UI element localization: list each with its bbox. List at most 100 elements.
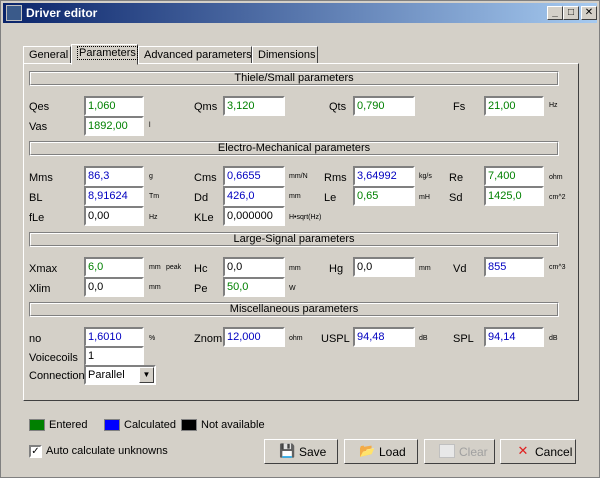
kle-unit: H•sqrt(Hz) (289, 214, 322, 221)
fle-field[interactable]: 0,00 (84, 206, 144, 226)
xmax-unit-peak: peak (166, 264, 182, 271)
qes-field[interactable]: 1,060 (84, 96, 144, 116)
cms-label: Cms (194, 172, 217, 184)
sd-field[interactable]: 1425,0 (484, 186, 544, 206)
pe-field[interactable]: 50,0 (223, 277, 285, 297)
connection-label: Connection (29, 370, 85, 382)
entered-color-swatch (29, 419, 45, 431)
qms-field[interactable]: 3,120 (223, 96, 285, 116)
fs-field[interactable]: 21,00 (484, 96, 544, 116)
not-available-color-swatch (181, 419, 197, 431)
qes-label: Qes (29, 101, 50, 113)
window-title: Driver editor (26, 6, 98, 20)
pe-label: Pe (194, 283, 208, 295)
hg-label: Hg (329, 263, 344, 275)
close-button[interactable]: ✕ (581, 6, 597, 20)
rms-label: Rms (324, 172, 347, 184)
rms-field[interactable]: 3,64992 (353, 166, 415, 186)
cancel-button-label: Cancel (535, 445, 573, 459)
connection-select[interactable]: Parallel ▼ (84, 365, 156, 385)
tab-parameters[interactable]: Parameters (71, 44, 138, 65)
uspl-label: USPL (321, 333, 350, 345)
znom-field[interactable]: 12,000 (223, 327, 285, 347)
maximize-button[interactable]: □ (563, 6, 579, 20)
cancel-button[interactable]: ✕ Cancel (500, 439, 576, 464)
save-button-label: Save (299, 445, 327, 459)
chevron-down-icon[interactable]: ▼ (139, 367, 154, 383)
load-button[interactable]: 📂 Load (344, 439, 418, 464)
znom-label: Znom (194, 333, 223, 345)
bl-field[interactable]: 8,91624 (84, 186, 144, 206)
clear-button-label: Clear (459, 445, 488, 459)
entered-legend-label: Entered (49, 419, 88, 431)
no-label: no (29, 333, 42, 345)
le-field[interactable]: 0,65 (353, 186, 415, 206)
title-bar[interactable]: Driver editor _ □ ✕ (3, 3, 597, 23)
bl-label: BL (29, 192, 43, 204)
hc-field[interactable]: 0,0 (223, 257, 285, 277)
spl-label: SPL (453, 333, 474, 345)
pe-unit: W (289, 285, 296, 292)
xmax-field[interactable]: 6,0 (84, 257, 144, 277)
calculated-color-swatch (104, 419, 120, 431)
fs-label: Fs (453, 101, 466, 113)
kle-field[interactable]: 0,000000 (223, 206, 285, 226)
dd-label: Dd (194, 192, 209, 204)
qts-label: Qts (329, 101, 347, 113)
connection-value: Parallel (88, 369, 125, 381)
not-available-legend-label: Not available (201, 419, 265, 431)
rms-unit: kg/s (419, 173, 432, 180)
xlim-label: Xlim (29, 283, 51, 295)
voicecoils-field[interactable]: 1 (84, 346, 144, 366)
spl-field[interactable]: 94,14 (484, 327, 544, 347)
vas-field[interactable]: 1892,00 (84, 116, 144, 136)
tab-advanced-parameters[interactable]: Advanced parameters (138, 46, 252, 64)
floppy-icon: 💾 (279, 443, 296, 458)
clear-icon (439, 444, 455, 458)
tab-dimensions[interactable]: Dimensions (252, 46, 318, 64)
app-icon (6, 5, 22, 21)
xlim-unit: mm (149, 284, 161, 291)
uspl-field[interactable]: 94,48 (353, 327, 415, 347)
tab-general[interactable]: General (23, 46, 71, 64)
vd-label: Vd (453, 263, 467, 275)
dd-field[interactable]: 426,0 (223, 186, 285, 206)
re-label: Re (449, 172, 464, 184)
section-large-signal: Large-Signal parameters (29, 232, 559, 247)
cancel-x-icon: ✕ (517, 443, 529, 458)
hg-unit: mm (419, 265, 431, 272)
voicecoils-label: Voicecoils (29, 352, 78, 364)
qts-field[interactable]: 0,790 (353, 96, 415, 116)
save-button[interactable]: 💾 Save (264, 439, 338, 464)
xlim-field[interactable]: 0,0 (84, 277, 144, 297)
re-unit: ohm (549, 174, 563, 181)
vas-label: Vas (29, 121, 48, 133)
clear-button[interactable]: Clear (424, 439, 495, 464)
vas-unit: l (149, 122, 151, 129)
re-field[interactable]: 7,400 (484, 166, 544, 186)
no-field[interactable]: 1,6010 (84, 327, 144, 347)
section-thiele-small: Thiele/Small parameters (29, 71, 559, 86)
auto-calculate-label: Auto calculate unknowns (46, 445, 168, 457)
vd-field[interactable]: 855 (484, 257, 544, 277)
xmax-unit: mm (149, 264, 161, 271)
no-unit: % (149, 335, 156, 342)
auto-calculate-checkbox[interactable]: ✓ (29, 445, 42, 458)
folder-icon: 📂 (359, 443, 376, 458)
le-unit: mH (419, 194, 430, 201)
mms-unit: g (149, 173, 153, 180)
cms-unit: mm/N (289, 173, 308, 180)
mms-field[interactable]: 86,3 (84, 166, 144, 186)
cms-field[interactable]: 0,6655 (223, 166, 285, 186)
section-miscellaneous: Miscellaneous parameters (29, 302, 559, 317)
hg-field[interactable]: 0,0 (353, 257, 415, 277)
driver-editor-window: Driver editor _ □ ✕ General Parameters A… (0, 0, 600, 478)
dd-unit: mm (289, 193, 301, 200)
uspl-unit: dB (419, 335, 428, 342)
tab-parameters-label: Parameters (77, 46, 138, 60)
vd-unit: cm^3 (549, 264, 566, 271)
kle-label: KLe (194, 212, 214, 224)
minimize-button[interactable]: _ (547, 6, 563, 20)
sd-unit: cm^2 (549, 194, 566, 201)
znom-unit: ohm (289, 335, 303, 342)
